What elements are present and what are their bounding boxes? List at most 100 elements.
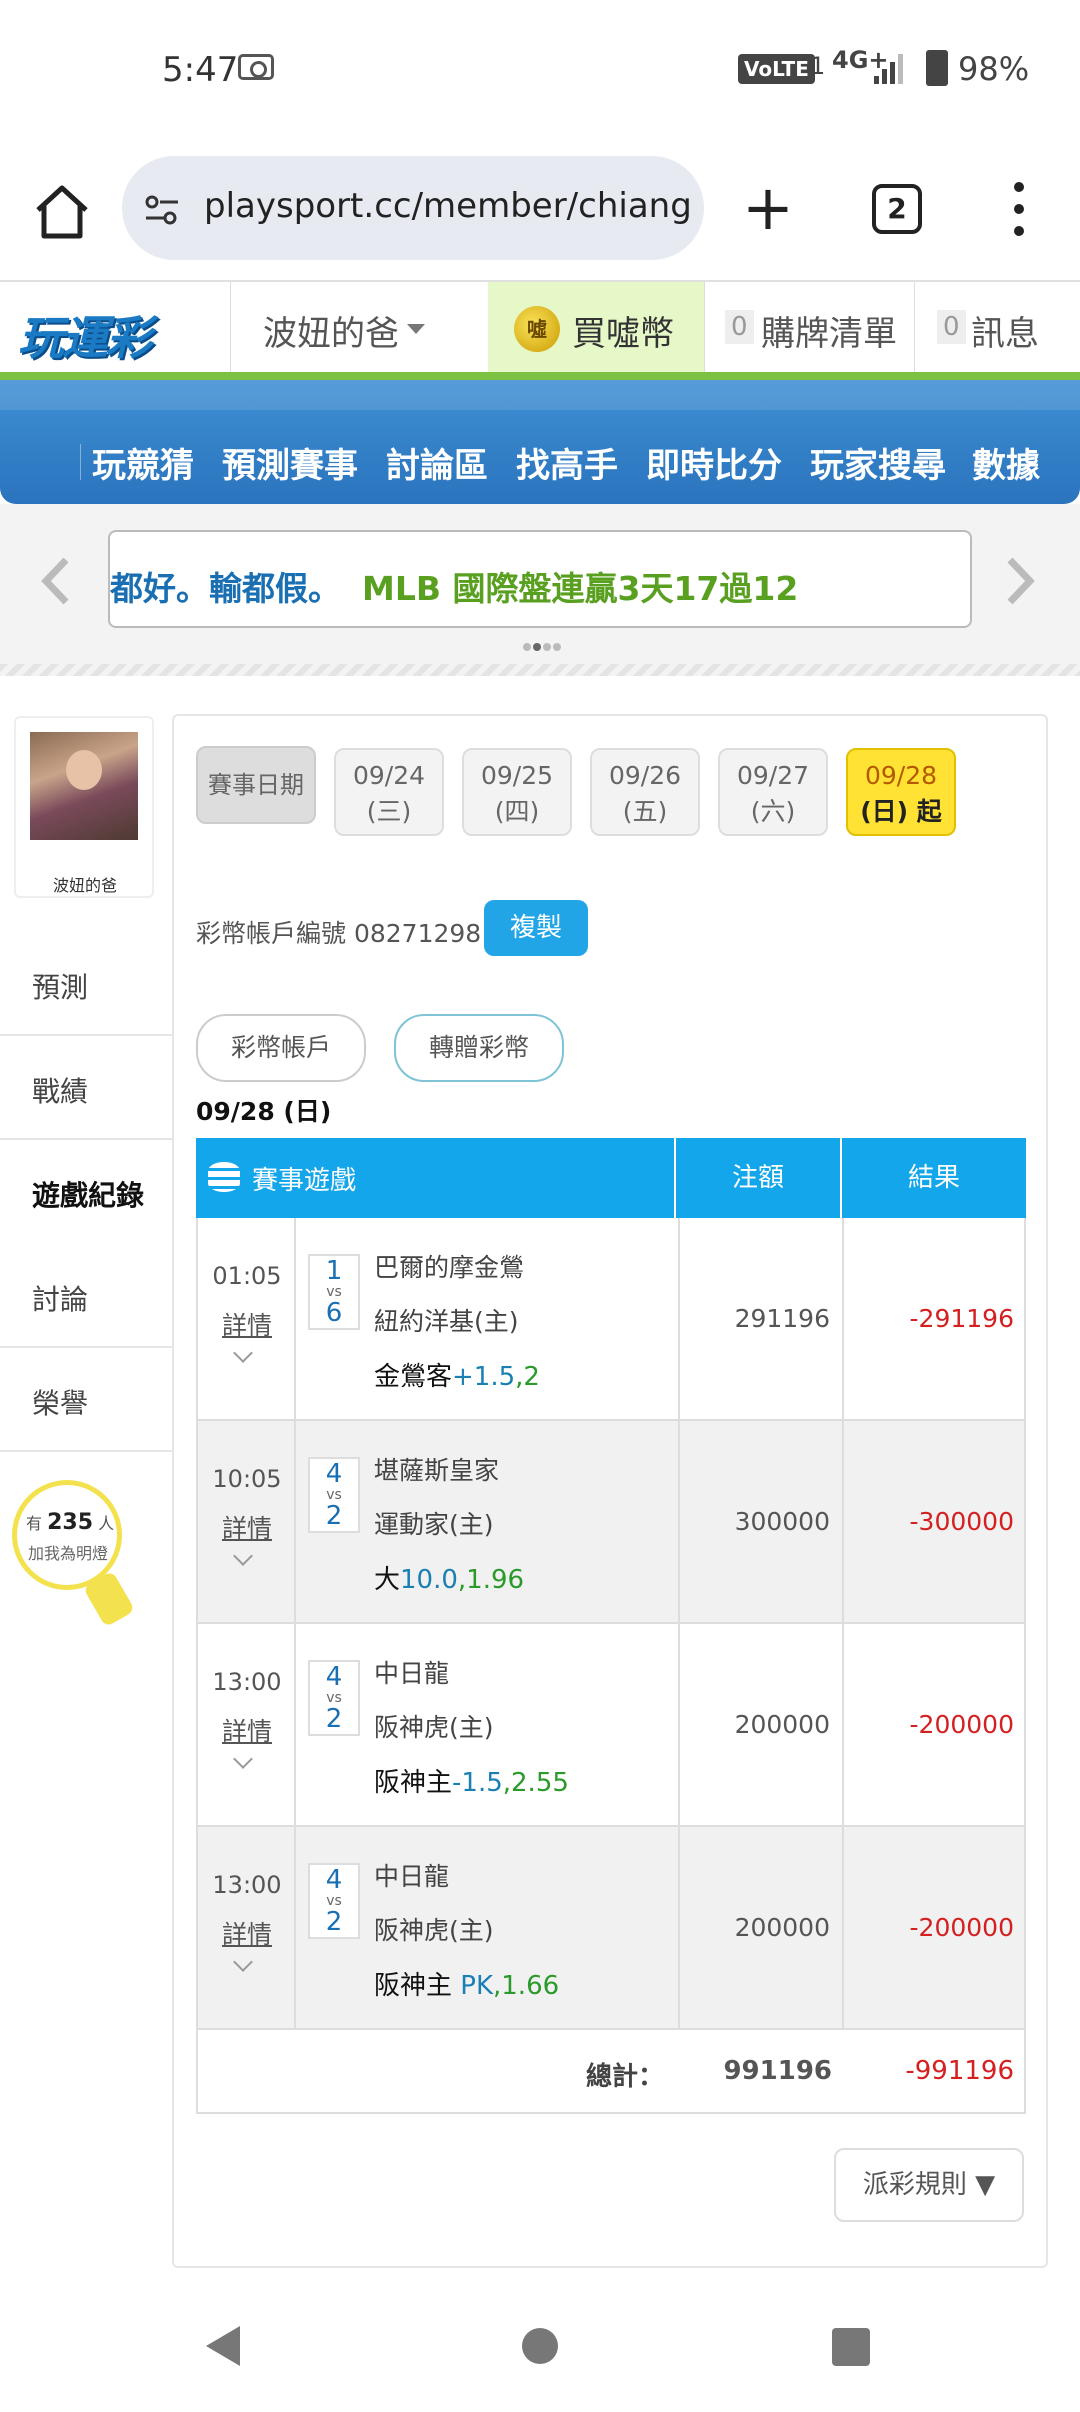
battery-icon xyxy=(926,50,948,86)
game-history-panel: 賽事日期 09/24 (三) 09/25 (四) 09/26 (五) 09/27 (六)… xyxy=(172,714,1048,2268)
camera-icon xyxy=(238,54,274,80)
date-button-selected[interactable]: 09/28 (日) 起 xyxy=(846,748,956,836)
date-button[interactable]: 09/26 (五) xyxy=(590,748,700,836)
tab-coin-account[interactable]: 彩幣帳戶 xyxy=(196,1014,366,1082)
bet-pick: 阪神主-1.5,2.55 xyxy=(374,1768,569,1798)
sim-slot: 1 xyxy=(810,52,826,80)
sidebar-item-discussion[interactable]: 討論 xyxy=(0,1244,172,1348)
table-row: 13:00 詳情 4 vs 2 中日龍 阪神虎(主) 阪神主-1.5,2.55 … xyxy=(196,1624,1026,1827)
sidebar-item-game-history[interactable]: 遊戲紀錄 xyxy=(0,1140,176,1244)
more-menu-icon[interactable] xyxy=(1000,178,1040,242)
url-text[interactable]: playsport.cc/member/chiangkl xyxy=(204,186,694,226)
announcement-highlight: MLB 國際盤連贏3天17過12 xyxy=(362,569,799,608)
details-link[interactable]: 詳情 xyxy=(198,1306,296,1342)
table-row: 01:05 詳情 1 vs 6 巴爾的摩金鶯 紐約洋基(主) 金鶯客+1.5,2… xyxy=(196,1218,1026,1421)
follow-bulb[interactable]: 有 235 人 加我為明燈 xyxy=(12,1480,142,1640)
nav-item[interactable]: 找高手 xyxy=(516,438,618,487)
details-link[interactable]: 詳情 xyxy=(198,1915,296,1951)
signal-icon xyxy=(874,54,903,84)
user-menu[interactable]: 波妞的爸 xyxy=(230,282,488,374)
game-time: 13:00 xyxy=(212,1871,282,1899)
chevron-down-icon[interactable] xyxy=(233,1952,253,1972)
bet-amount: 200000 xyxy=(678,1827,844,2028)
chevron-left-icon[interactable] xyxy=(36,556,76,606)
home-icon[interactable] xyxy=(30,180,94,244)
tab-transfer-coins[interactable]: 轉贈彩幣 xyxy=(394,1014,564,1082)
column-header-amount: 注額 xyxy=(676,1138,842,1218)
site-header: 玩運彩 波妞的爸 噓 買噓幣 0 購牌清單 0 訊息 xyxy=(0,280,1080,374)
score-box: 1 vs 6 xyxy=(308,1254,360,1330)
bet-result: -200000 xyxy=(909,1913,1014,1942)
profile-sidebar: 波妞的爸 預測 戰績 遊戲紀錄 討論 榮譽 有 235 人 加我為明燈 xyxy=(0,676,176,2236)
tab-switcher-button[interactable]: 2 xyxy=(872,184,922,234)
chevron-right-icon[interactable] xyxy=(1000,556,1040,606)
chevron-down-icon[interactable] xyxy=(233,1749,253,1769)
home-circle-icon[interactable] xyxy=(522,2328,558,2364)
follow-label: 加我為明燈 xyxy=(28,1544,109,1563)
score-box: 4 vs 2 xyxy=(308,1863,360,1939)
bet-pick: 大10.0,1.96 xyxy=(374,1565,525,1595)
home-team: 阪神虎(主) xyxy=(374,1713,494,1742)
announcement-carousel: 都好。輸都假。 MLB 國際盤連贏3天17過12 xyxy=(0,504,1080,676)
new-tab-button[interactable]: + xyxy=(740,177,796,239)
column-header-game: 賽事遊戲 xyxy=(252,1166,357,1196)
home-team: 阪神虎(主) xyxy=(374,1916,494,1945)
site-logo[interactable]: 玩運彩 xyxy=(18,302,152,368)
date-button[interactable]: 09/25 (四) xyxy=(462,748,572,836)
recent-apps-icon[interactable] xyxy=(832,2328,870,2366)
nav-item[interactable]: 數據 xyxy=(972,438,1040,487)
nav-item[interactable]: 玩競猜 xyxy=(92,438,194,487)
announcement-text: 都好。輸都假。 xyxy=(110,569,341,608)
column-header-result: 結果 xyxy=(907,1163,960,1193)
cart-count: 0 xyxy=(725,310,754,344)
battery-percent: 98% xyxy=(958,50,1030,88)
sidebar-item-honors[interactable]: 榮譽 xyxy=(0,1348,172,1452)
score-box: 4 vs 2 xyxy=(308,1660,360,1736)
chevron-down-icon[interactable] xyxy=(233,1546,253,1566)
games-table: 賽事遊戲 注額 結果 01:05 詳情 1 vs 6 巴爾的摩金鶯 紐約洋基(主… xyxy=(196,1138,1026,2114)
payout-rules-button[interactable]: 派彩規則 ▼ xyxy=(834,2148,1024,2222)
address-bar[interactable]: playsport.cc/member/chiangkl xyxy=(122,156,704,260)
bet-pick: 金鶯客+1.5,2 xyxy=(374,1362,540,1392)
back-icon[interactable] xyxy=(206,2326,240,2366)
status-bar: 5:47 VoLTE 1 4G+ 98% xyxy=(0,0,1080,140)
nav-item[interactable]: 討論區 xyxy=(386,438,488,487)
date-button[interactable]: 09/27 (六) xyxy=(718,748,828,836)
away-team: 中日龍 xyxy=(374,1862,450,1891)
chevron-down-icon[interactable] xyxy=(233,1343,253,1363)
messages-button[interactable]: 0 訊息 xyxy=(914,282,1080,374)
bet-pick: 阪神主 PK,1.66 xyxy=(374,1971,560,2001)
avatar[interactable] xyxy=(14,716,154,898)
away-team: 巴爾的摩金鶯 xyxy=(374,1253,525,1282)
table-row: 10:05 詳情 4 vs 2 堪薩斯皇家 運動家(主) 大10.0,1.96 … xyxy=(196,1421,1026,1624)
copy-button[interactable]: 複製 xyxy=(484,900,588,956)
total-amount: 991196 xyxy=(723,2056,832,2086)
date-button[interactable]: 09/24 (三) xyxy=(334,748,444,836)
total-result: -991196 xyxy=(905,2056,1014,2086)
cart-label: 購牌清單 xyxy=(761,314,897,354)
details-link[interactable]: 詳情 xyxy=(198,1509,296,1545)
sidebar-item-record[interactable]: 戰績 xyxy=(0,1036,172,1140)
messages-count: 0 xyxy=(937,310,966,344)
home-team: 紐約洋基(主) xyxy=(374,1307,519,1336)
nav-item[interactable]: 玩家搜尋 xyxy=(810,438,946,487)
volte-badge: VoLTE xyxy=(738,54,815,84)
coin-icon: 噓 xyxy=(514,306,560,352)
bet-amount: 200000 xyxy=(678,1624,844,1825)
sidebar-item-predictions[interactable]: 預測 xyxy=(0,932,172,1036)
nav-item[interactable]: 預測賽事 xyxy=(222,438,358,487)
away-team: 堪薩斯皇家 xyxy=(374,1456,500,1485)
bet-amount: 300000 xyxy=(678,1421,844,1622)
announcement-box[interactable]: 都好。輸都假。 MLB 國際盤連贏3天17過12 xyxy=(108,530,972,628)
site-settings-icon[interactable] xyxy=(142,190,182,230)
details-link[interactable]: 詳情 xyxy=(198,1712,296,1748)
system-nav-bar xyxy=(0,2286,1080,2412)
table-row: 13:00 詳情 4 vs 2 中日龍 阪神虎(主) 阪神主 PK,1.66 2… xyxy=(196,1827,1026,2030)
buy-coin-button[interactable]: 噓 買噓幣 xyxy=(488,282,704,374)
cart-button[interactable]: 0 購牌清單 xyxy=(704,282,914,374)
nav-item[interactable]: 即時比分 xyxy=(646,438,782,487)
database-icon xyxy=(208,1162,240,1192)
date-filter-label: 賽事日期 xyxy=(196,746,316,824)
account-number: 彩幣帳戶編號 08271298 xyxy=(196,919,482,948)
bet-result: -291196 xyxy=(909,1304,1014,1333)
